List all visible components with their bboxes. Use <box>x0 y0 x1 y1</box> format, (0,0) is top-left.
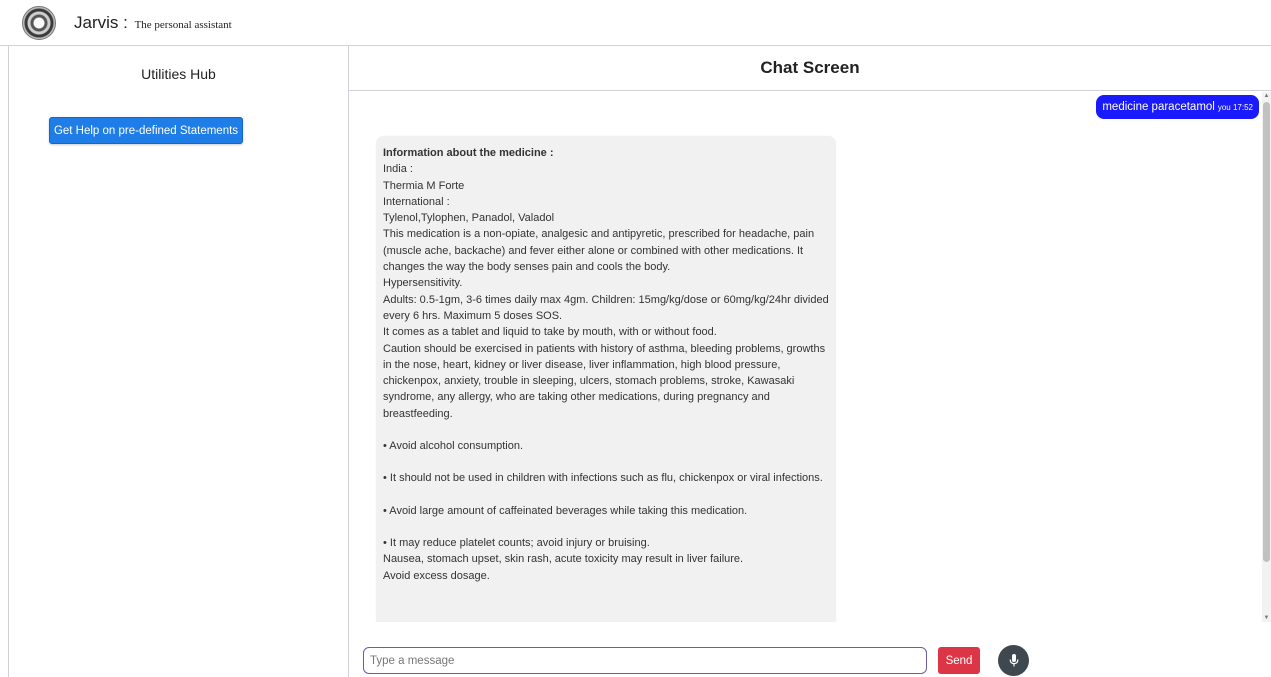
send-button[interactable]: Send <box>938 647 980 674</box>
bot-message-blank-line <box>383 454 829 470</box>
bot-message-line: (muscle ache, backache) and fever either… <box>383 244 804 257</box>
composer: Send <box>349 644 1271 677</box>
chat-panel: Chat Screen medicine paracetamol you 17:5… <box>349 46 1271 677</box>
help-predefined-statements-button[interactable]: Get Help on pre-defined Statements <box>49 117 243 144</box>
bot-message-line: Avoid excess dosage. <box>383 569 490 582</box>
bot-message-blank-line <box>383 519 829 535</box>
bot-message-blank-line <box>383 422 829 438</box>
app-subtitle: The personal assistant <box>134 18 232 31</box>
bot-message-heading: Information about the medicine : <box>383 147 554 159</box>
bot-message-blank-line <box>383 487 829 503</box>
bot-message-line: Tylenol,Tylophen, Panadol, Valadol <box>383 212 555 225</box>
scroll-down-arrow-icon[interactable]: ▼ <box>1263 614 1270 622</box>
bot-message-line: India : <box>383 163 413 176</box>
message-input[interactable] <box>363 647 927 674</box>
bot-message-bubble: Information about the medicine : India :… <box>376 136 836 622</box>
sidebar-title: Utilities Hub <box>141 66 216 82</box>
user-message-meta: you 17:52 <box>1217 103 1253 112</box>
sidebar: Utilities Hub Get Help on pre-defined St… <box>8 46 349 677</box>
message-scrollbar[interactable]: ▲ ▼ <box>1262 92 1271 622</box>
seal-logo-icon <box>22 5 56 40</box>
bot-message-line: Adults: 0.5-1gm, 3-6 times daily max 4gm… <box>383 293 829 306</box>
bot-message-line: Nausea, stomach upset, skin rash, acute … <box>383 553 744 566</box>
bot-message-line: every 6 hrs. Maximum 5 doses SOS. <box>383 309 563 322</box>
brand-separator: : <box>118 12 133 32</box>
bot-message-line: • Avoid alcohol consumption. <box>383 440 524 453</box>
bot-message-line: chickenpox, anxiety, trouble in sleeping… <box>383 375 795 388</box>
chat-title: Chat Screen <box>760 58 860 77</box>
bot-message-line: It comes as a tablet and liquid to take … <box>383 326 717 339</box>
bot-message-line: breastfeeding. <box>383 407 453 420</box>
bot-message-line: changes the way the body senses pain and… <box>383 261 671 274</box>
bot-message-line: Caution should be exercised in patients … <box>383 342 826 355</box>
microphone-button[interactable] <box>998 645 1029 676</box>
bot-message-line: • It may reduce platelet counts; avoid i… <box>383 536 650 549</box>
microphone-icon <box>1009 654 1018 667</box>
bot-message-line: This medication is a non-opiate, analges… <box>383 228 815 241</box>
app-name: Jarvis <box>74 12 119 32</box>
bot-message-line: Thermia M Forte <box>383 179 465 192</box>
message-list[interactable]: medicine paracetamol you 17:52 Informatio… <box>349 92 1262 622</box>
app-brand: Jarvis : The personal assistant <box>74 13 232 33</box>
bot-message-line: in the nose, heart, kidney or liver dise… <box>383 358 781 371</box>
bot-message-line: International : <box>383 195 450 208</box>
bot-message-line: syndrome, any allergy, who are taking ot… <box>383 391 770 404</box>
user-message-text: medicine paracetamol <box>1102 101 1215 113</box>
bot-message-line: • Avoid large amount of caffeinated beve… <box>383 504 748 517</box>
scrollbar-thumb[interactable] <box>1263 102 1270 562</box>
scroll-up-arrow-icon[interactable]: ▲ <box>1263 92 1270 100</box>
bot-message-line: Hypersensitivity. <box>383 277 463 290</box>
bot-message-line: • It should not be used in children with… <box>383 472 823 485</box>
user-message-bubble: medicine paracetamol you 17:52 <box>1096 95 1259 119</box>
chat-header: Chat Screen <box>349 46 1271 91</box>
top-bar: Jarvis : The personal assistant <box>0 0 1271 46</box>
